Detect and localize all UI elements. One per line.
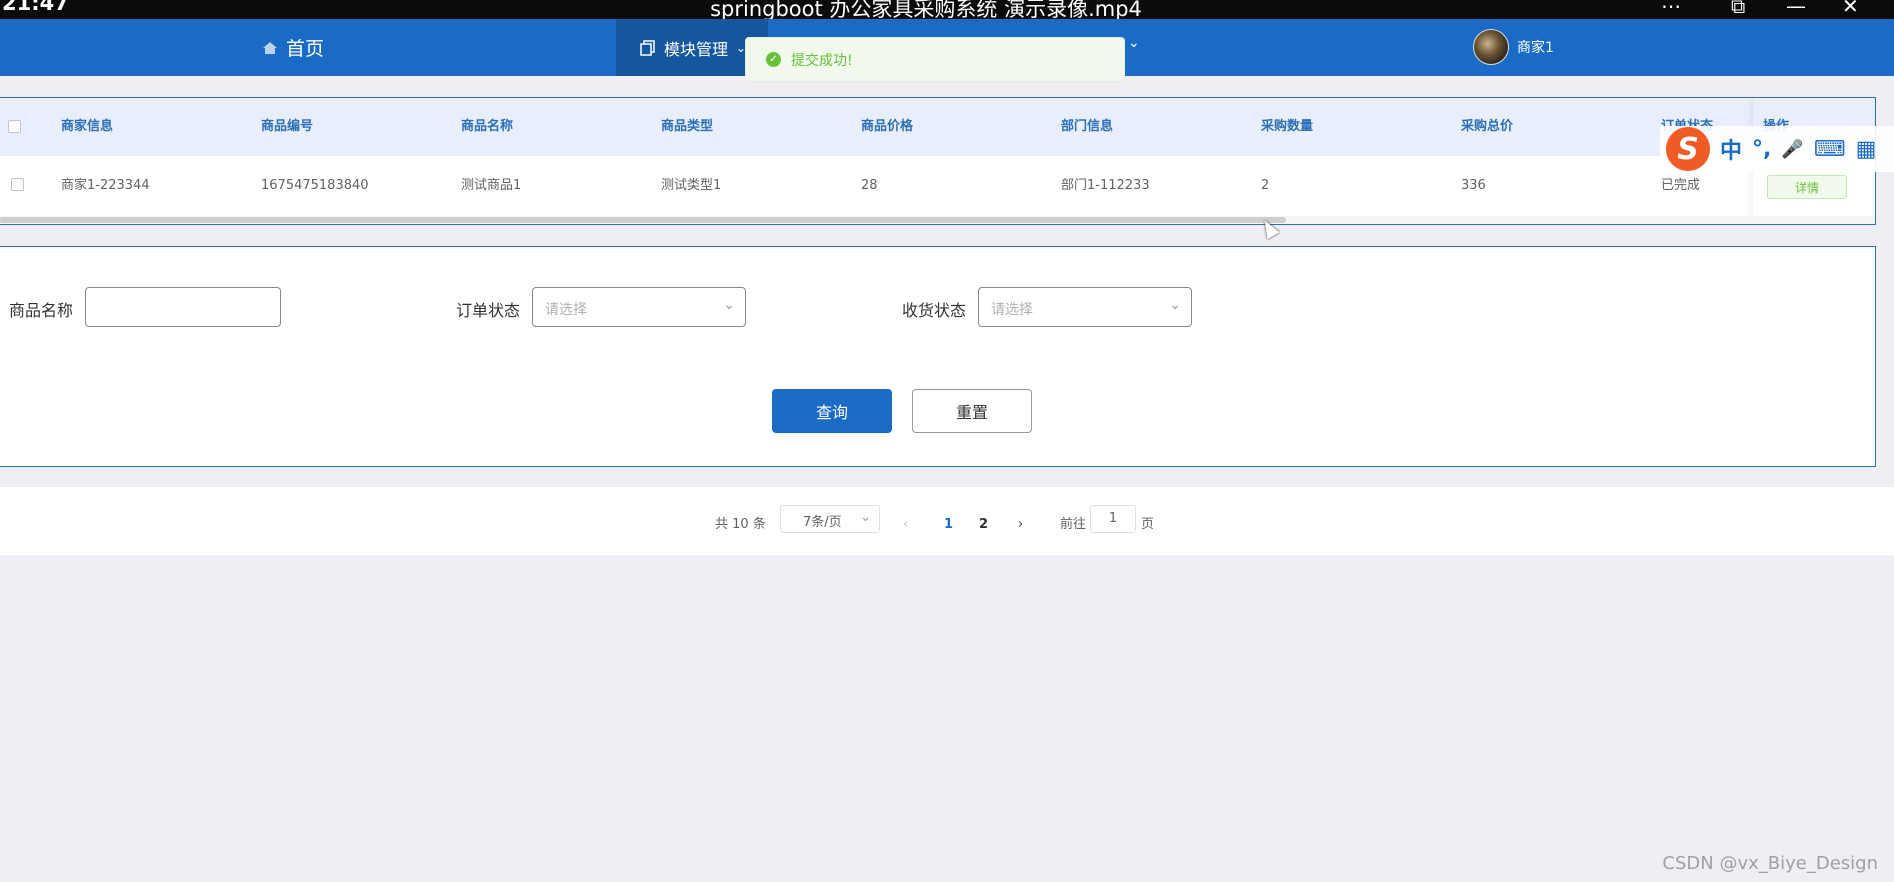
table-header: 商家信息 商品编号 商品名称 商品类型 商品价格 部门信息 采购数量 采购总价 … xyxy=(0,98,1875,156)
table-row[interactable]: 商家1-223344 1675475183840 测试商品1 测试类型1 28 … xyxy=(0,156,1875,216)
prev-page-icon[interactable]: ‹ xyxy=(903,511,908,539)
select-placeholder: 请选择 xyxy=(991,302,1033,318)
chevron-down-icon: ⌄ xyxy=(1169,297,1181,313)
check-circle-icon: ✓ xyxy=(766,52,781,67)
minimize-icon[interactable]: — xyxy=(1786,0,1806,16)
ime-toolbar: S 中 °, 🎤 ⌨ ▦ xyxy=(1660,126,1894,172)
cell-department: 部门1-112233 xyxy=(1061,178,1150,193)
cell-total: 336 xyxy=(1461,178,1486,193)
cell-quantity: 2 xyxy=(1261,178,1270,193)
video-title-bar: 21:47 springboot 办公家具采购系统 演示录像.mp4 ⋯ ⧉ —… xyxy=(0,0,1894,21)
avatar xyxy=(1473,29,1509,65)
chevron-down-icon[interactable]: ⌄ xyxy=(1128,35,1140,51)
column-header: 商家信息 xyxy=(61,119,114,134)
column-header: 采购总价 xyxy=(1461,119,1514,134)
detail-button[interactable]: 详情 xyxy=(1767,175,1847,199)
success-toast: ✓ 提交成功! xyxy=(745,37,1125,82)
select-placeholder: 请选择 xyxy=(545,302,587,318)
row-checkbox[interactable] xyxy=(11,178,24,191)
cell-product-type: 测试类型1 xyxy=(661,178,722,193)
pagination-total: 共 10 条 xyxy=(715,517,766,532)
scrollbar-thumb[interactable] xyxy=(0,217,1286,223)
user-menu[interactable]: 商家1 xyxy=(1473,29,1554,65)
nav-module-label: 模块管理 xyxy=(664,39,729,59)
order-status-label: 订单状态 xyxy=(456,301,521,320)
watermark: CSDN @vx_Biye_Design xyxy=(1662,853,1878,874)
page-number-current[interactable]: 1 xyxy=(944,511,953,539)
cell-merchant: 商家1-223344 xyxy=(61,178,150,193)
microphone-icon[interactable]: 🎤 xyxy=(1781,139,1803,160)
ime-punctuation[interactable]: °, xyxy=(1752,137,1771,162)
column-header: 商品名称 xyxy=(461,119,514,134)
cell-product-no: 1675475183840 xyxy=(261,178,369,193)
order-status-select[interactable]: 请选择 ⌄ xyxy=(532,287,746,327)
pagination: 共 10 条 ‹ 1 2 › 前往 页 xyxy=(0,487,1894,555)
page-size-select[interactable]: 7条/页 ⌄ xyxy=(780,505,880,533)
apps-icon[interactable]: ▦ xyxy=(1856,137,1877,162)
nav-home-label: 首页 xyxy=(286,38,325,60)
cell-product-name: 测试商品1 xyxy=(461,178,522,193)
horizontal-scrollbar[interactable] xyxy=(0,216,1875,224)
goto-label: 前往 xyxy=(1060,517,1087,532)
receive-status-select[interactable]: 请选择 ⌄ xyxy=(978,287,1192,327)
select-all-checkbox[interactable] xyxy=(8,120,21,133)
home-icon xyxy=(263,41,277,54)
column-header: 商品价格 xyxy=(861,119,914,134)
column-header: 商品编号 xyxy=(261,119,314,134)
column-header: 采购数量 xyxy=(1261,119,1314,134)
sogou-logo-icon[interactable]: S xyxy=(1666,127,1710,171)
copy-icon xyxy=(640,39,655,56)
more-icon[interactable]: ⋯ xyxy=(1661,0,1681,16)
search-form: 商品名称 订单状态 请选择 ⌄ 收货状态 请选择 ⌄ 查询 重置 xyxy=(0,246,1876,467)
keyboard-icon[interactable]: ⌨ xyxy=(1814,137,1846,162)
product-name-label: 商品名称 xyxy=(9,301,74,320)
ime-chinese-mode[interactable]: 中 xyxy=(1720,133,1742,165)
receive-status-label: 收货状态 xyxy=(902,301,967,320)
user-name: 商家1 xyxy=(1517,40,1554,56)
chevron-down-icon: ⌄ xyxy=(723,297,735,313)
page-suffix: 页 xyxy=(1141,517,1155,532)
goto-page-input[interactable]: 1 xyxy=(1090,505,1136,533)
reset-button[interactable]: 重置 xyxy=(912,389,1032,433)
product-name-input[interactable] xyxy=(85,287,281,327)
nav-home[interactable]: 首页 xyxy=(262,19,324,76)
toast-message: 提交成功! xyxy=(791,52,853,69)
orders-table: 商家信息 商品编号 商品名称 商品类型 商品价格 部门信息 采购数量 采购总价 … xyxy=(0,97,1876,225)
cell-price: 28 xyxy=(861,178,878,193)
pip-icon[interactable]: ⧉ xyxy=(1731,0,1745,16)
column-header: 商品类型 xyxy=(661,119,714,134)
page-number[interactable]: 2 xyxy=(979,511,988,539)
chevron-down-icon: ⌄ xyxy=(860,510,871,525)
close-icon[interactable]: ✕ xyxy=(1842,0,1859,16)
column-header: 部门信息 xyxy=(1061,119,1114,134)
next-page-icon[interactable]: › xyxy=(1018,511,1023,539)
query-button[interactable]: 查询 xyxy=(772,389,892,433)
